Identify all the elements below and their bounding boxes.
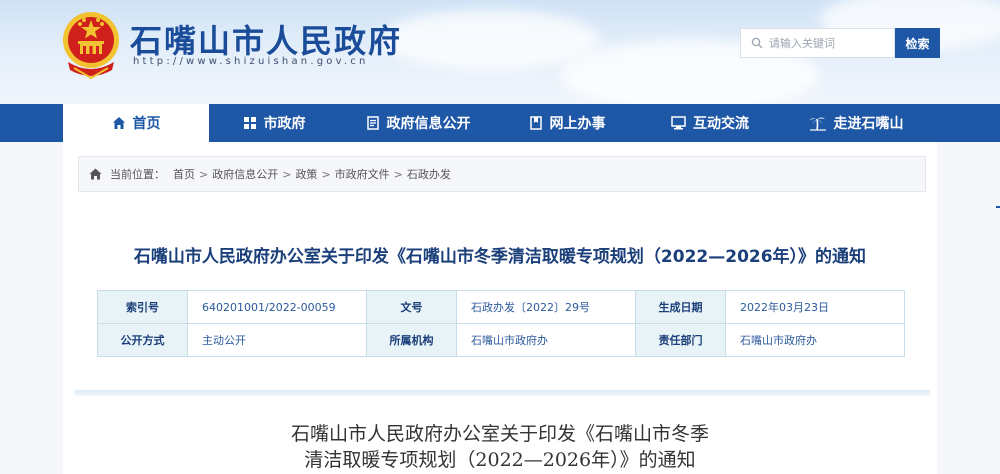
breadcrumb-link-info-disclosure[interactable]: 政府信息公开 [212,166,278,182]
document-title: 石嘴山市人民政府办公室关于印发《石嘴山市冬季清洁取暖专项规划（2022—2026… [133,247,867,267]
meta-label-doc-no: 文号 [366,290,457,324]
meta-value-disclosure: 主动公开 [187,323,367,357]
breadcrumb-link-home[interactable]: 首页 [173,166,195,182]
nav-item-label: 互动交流 [693,116,749,132]
breadcrumb-separator: > [321,167,331,181]
header-banner: 石嘴山市人民政府 http://www.shizuishan.gov.cn 检索 [0,0,1000,104]
meta-value-dept: 石嘴山市政府办 [725,323,905,357]
breadcrumb-link-office-docs[interactable]: 石政办发 [407,166,451,182]
home-icon [112,117,125,129]
article-title-line: 石嘴山市人民政府办公室关于印发《石嘴山市冬季 [290,423,709,445]
meta-label-disclosure: 公开方式 [97,323,188,357]
breadcrumb-link-city-docs[interactable]: 市政府文件 [335,166,390,182]
breadcrumb-prefix: 当前位置： [110,168,165,181]
meta-label-index: 索引号 [97,290,188,324]
document-meta-table: 索引号 640201001/2022-00059 文号 石政办发〔2022〕29… [97,290,905,357]
article-title: 石嘴山市人民政府办公室关于印发《石嘴山市冬季 清洁取暖专项规划（2022—202… [63,421,937,473]
meta-value-doc-no: 石政办发〔2022〕29号 [456,290,636,324]
breadcrumb: 当前位置： 首页 > 政府信息公开 > 政策 > 市政府文件 > 石政办发 [78,156,926,192]
breadcrumb-separator: > [282,167,292,181]
breadcrumb-link-policy[interactable]: 政策 [295,166,317,182]
meta-value-org: 石嘴山市政府办 [456,323,636,357]
table-row: 公开方式 主动公开 所属机构 石嘴山市政府办 责任部门 石嘴山市政府办 [97,323,905,357]
cloud-decoration [380,10,600,70]
nav-item-about-city[interactable]: 走进石嘴山 [783,104,929,142]
palm-tree-icon [809,117,826,131]
nav-item-home[interactable]: 首页 [63,104,209,142]
national-emblem-icon [63,12,119,80]
search-icon [751,37,763,49]
bookmark-icon [529,116,542,130]
meta-label-dept: 责任部门 [635,323,726,357]
section-divider [75,390,930,396]
search-button[interactable]: 检索 [895,28,940,58]
nav-item-label: 首页 [132,116,161,132]
meta-value-date: 2022年03月23日 [725,290,905,324]
nav-item-label: 市政府 [263,116,306,132]
building-icon [243,117,256,129]
nav-item-interaction[interactable]: 互动交流 [637,104,783,142]
monitor-icon [671,116,686,130]
table-row: 索引号 640201001/2022-00059 文号 石政办发〔2022〕29… [97,290,905,324]
search-input[interactable] [769,36,889,50]
nav-item-info-disclosure[interactable]: 政府信息公开 [339,104,497,142]
breadcrumb-separator: > [393,167,403,181]
nav-item-government[interactable]: 市政府 [209,104,339,142]
search-box [740,28,895,58]
breadcrumb-separator: > [199,167,209,181]
scroll-edge-marker [996,206,1000,208]
site-url: http://www.shizuishan.gov.cn [133,56,369,67]
meta-label-date: 生成日期 [635,290,726,324]
meta-label-org: 所属机构 [366,323,457,357]
nav-item-label: 政府信息公开 [386,116,471,132]
nav-item-label: 网上办事 [549,116,606,132]
nav-item-label: 走进石嘴山 [833,116,904,132]
meta-value-index: 640201001/2022-00059 [187,290,367,324]
nav-item-online-services[interactable]: 网上办事 [497,104,637,142]
article-title-line: 清洁取暖专项规划（2022—2026年）》的通知 [304,449,696,471]
main-nav: 首页 市政府 政府信息公开 网上办事 互动交流 走进石嘴山 [0,104,1000,142]
document-icon [366,116,379,130]
home-icon [89,168,102,180]
